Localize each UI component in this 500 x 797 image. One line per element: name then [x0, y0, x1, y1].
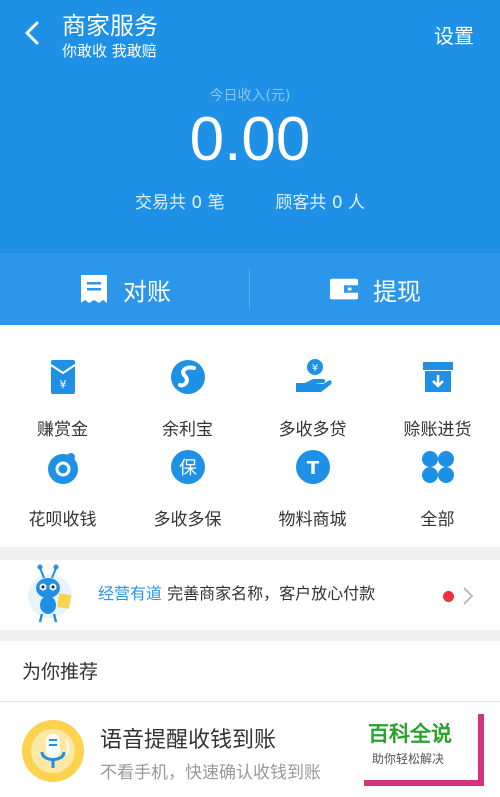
back-icon[interactable] [18, 18, 48, 48]
loan-hand-icon: ¥ [295, 359, 331, 392]
grid-label: 花呗收钱 [28, 510, 97, 530]
stats-row: 交易共 0 笔 顾客共 0 人 [0, 188, 500, 213]
grid-item-huabei[interactable]: 花呗收钱 [0, 447, 125, 537]
recommend-item-subtitle: 不看手机，快速确认收钱到账 [100, 763, 321, 783]
header: 商家服务 你敢收 我敢赔 设置 今日收入(元) 0.00 交易共 0 笔 顾客共… [0, 0, 500, 253]
cust-count: 0 [331, 193, 343, 213]
income-label: 今日收入(元) [209, 88, 291, 104]
reconcile-button[interactable]: 对账 [0, 253, 250, 325]
watermark: 百科全说 助你轻松解决 [358, 714, 484, 794]
recommend-title: 为你推荐 [22, 661, 99, 683]
yulibao-icon [170, 360, 205, 394]
grid-label: 余利宝 [162, 420, 213, 440]
grid-item-all[interactable]: 全部 [375, 447, 500, 537]
insurance-icon: 保 [170, 450, 205, 484]
grid-item-store[interactable]: T 物料商城 [250, 447, 375, 537]
withdraw-label: 提现 [373, 277, 421, 306]
grid-item-insurance[interactable]: 保 多收多保 [125, 447, 250, 537]
credit-box-icon [422, 362, 453, 392]
ant-mascot-icon [28, 564, 72, 623]
watermark-bar [478, 714, 484, 786]
four-grid-icon [421, 451, 454, 483]
svg-text:¥: ¥ [311, 363, 317, 374]
watermark-title: 百科全说 [368, 722, 452, 746]
svg-text:¥: ¥ [59, 378, 66, 391]
grid-item-loan[interactable]: ¥ 多收多贷 [250, 357, 375, 447]
unread-dot [443, 591, 454, 602]
withdraw-button[interactable]: 提现 [250, 253, 500, 325]
recommend-header: 为你推荐 [0, 641, 500, 701]
svg-text:T: T [306, 458, 319, 479]
notice-highlight: 经营有道 [98, 584, 163, 603]
page-subtitle: 你敢收 我敢赔 [62, 42, 157, 60]
action-bar: 对账 提现 [0, 253, 500, 325]
grid-label: 赊账进货 [403, 420, 472, 440]
cust-prefix: 顾客共 [275, 193, 327, 213]
tx-prefix: 交易共 [134, 193, 186, 213]
grid-item-yulibao[interactable]: 余利宝 [125, 357, 250, 447]
grid-label: 全部 [420, 510, 455, 530]
chevron-right-icon [463, 587, 474, 605]
wallet-icon [329, 278, 359, 300]
cust-suffix: 人 [348, 193, 366, 213]
microphone-icon [22, 720, 84, 782]
watermark-subtitle: 助你轻松解决 [370, 750, 447, 767]
page-title: 商家服务 [62, 12, 158, 40]
store-t-icon: T [295, 450, 330, 484]
grid-label: 赚赏金 [37, 420, 88, 440]
tx-suffix: 笔 [207, 193, 225, 213]
income-value: 0.00 [189, 105, 311, 174]
tx-count: 0 [191, 193, 203, 213]
settings-button[interactable]: 设置 [434, 20, 474, 49]
notice-message: 完善商家名称，客户放心付款 [167, 584, 376, 603]
grid-item-credit[interactable]: 赊账进货 [375, 357, 500, 447]
service-grid: ¥ 赚赏金 余利宝 ¥ 多收多贷 赊账进货 花呗收钱 保 多收多保 T 物料商城… [0, 325, 500, 547]
grid-label: 多收多贷 [278, 420, 347, 440]
reward-envelope-icon: ¥ [49, 360, 76, 394]
reconcile-label: 对账 [123, 277, 171, 306]
action-divider [249, 269, 250, 309]
watermark-underline [364, 780, 484, 786]
recommend-item-title: 语音提醒收钱到账 [100, 728, 277, 753]
notice-banner[interactable]: 经营有道 完善商家名称，客户放心付款 [0, 560, 500, 630]
grid-label: 多收多保 [153, 510, 222, 530]
grid-label: 物料商城 [278, 510, 347, 530]
notice-text: 经营有道 完善商家名称，客户放心付款 [98, 580, 375, 604]
svg-text:保: 保 [179, 458, 197, 479]
receipt-icon [81, 275, 107, 303]
grid-item-reward[interactable]: ¥ 赚赏金 [0, 357, 125, 447]
huabei-icon [47, 453, 78, 484]
